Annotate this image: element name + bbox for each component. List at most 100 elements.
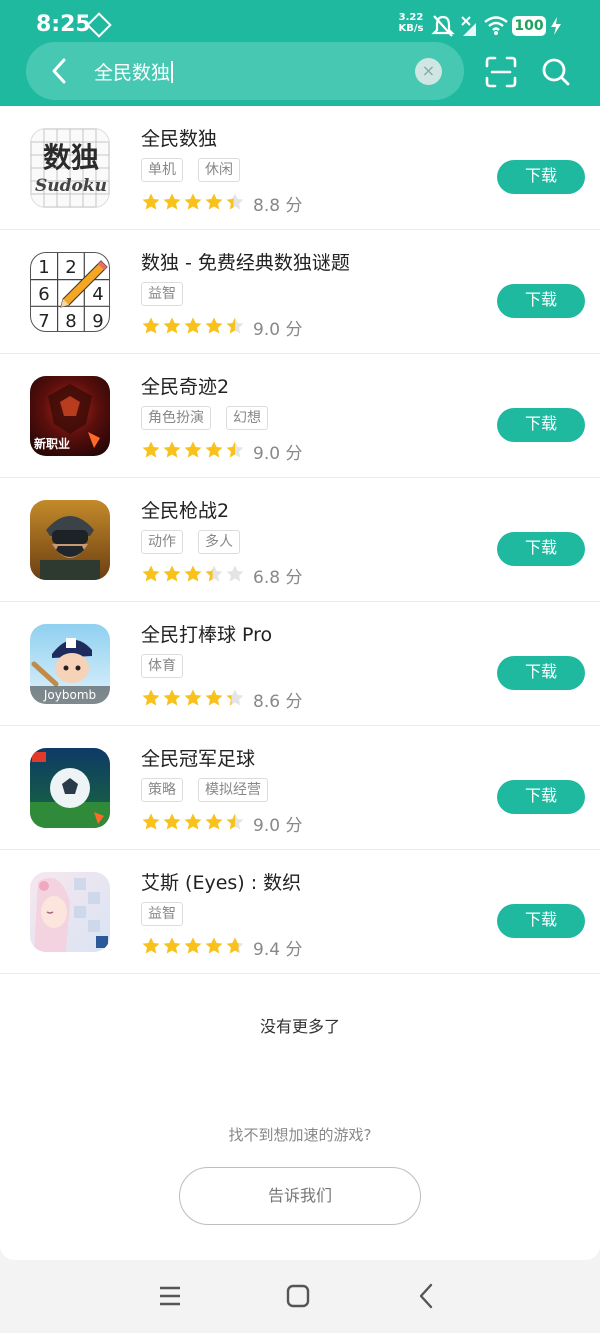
star-icon <box>163 813 181 830</box>
download-button[interactable]: 下载 <box>497 284 585 318</box>
tag: 休闲 <box>198 158 240 182</box>
svg-text:9: 9 <box>92 311 103 332</box>
star-icon <box>184 689 202 706</box>
search-bar[interactable]: 全民数独 × <box>26 42 464 100</box>
star-icon <box>226 689 244 706</box>
status-time: 8:25 <box>36 12 91 37</box>
tag: 角色扮演 <box>141 406 211 430</box>
download-button[interactable]: 下载 <box>497 656 585 690</box>
download-button[interactable]: 下载 <box>497 408 585 442</box>
app-name[interactable]: 全民枪战2 <box>141 496 229 523</box>
tag: 益智 <box>141 902 183 926</box>
app-name[interactable]: 全民打棒球 Pro <box>141 620 272 647</box>
star-rating <box>141 936 246 956</box>
scan-icon[interactable] <box>484 55 518 89</box>
end-of-list-label: 没有更多了 <box>259 1017 340 1036</box>
star-rating <box>141 440 246 460</box>
search-input[interactable]: 全民数独 <box>94 58 174 85</box>
tag: 策略 <box>141 778 183 802</box>
result-row-4[interactable]: Joybomb 全民打棒球 Pro 体育 8.6 分 下载 <box>0 602 600 726</box>
app-name[interactable]: 全民冠军足球 <box>141 744 255 771</box>
tag-list: 单机 休闲 <box>141 158 255 182</box>
star-rating <box>141 192 246 212</box>
star-icon <box>163 317 181 334</box>
menu-icon[interactable] <box>158 1283 182 1309</box>
armored-warrior-icon[interactable]: 新职业 <box>30 376 110 456</box>
star-icon <box>226 317 244 334</box>
download-button[interactable]: 下载 <box>497 780 585 814</box>
star-icon <box>163 565 181 582</box>
download-button[interactable]: 下载 <box>497 904 585 938</box>
back-icon[interactable] <box>414 1283 438 1309</box>
charging-bolt-icon <box>551 17 561 35</box>
star-rating <box>141 564 246 584</box>
star-icon <box>205 441 223 458</box>
svg-text:6: 6 <box>38 284 49 305</box>
tag-list: 策略 模拟经营 <box>141 778 283 802</box>
star-icon <box>205 813 223 830</box>
download-button[interactable]: 下载 <box>497 532 585 566</box>
header: 8:25 3.22 KB/s 100 全民数独 × <box>0 0 600 106</box>
tag: 幻想 <box>226 406 268 430</box>
tag-list: 动作 多人 <box>141 530 255 554</box>
star-icon <box>142 937 160 954</box>
svg-text:Joybomb: Joybomb <box>43 688 96 702</box>
home-icon[interactable] <box>285 1283 311 1309</box>
wifi-icon <box>484 16 508 35</box>
sudoku-grid-pencil-icon[interactable]: 1 2 6 4 7 8 9 <box>30 252 110 332</box>
svg-text:1: 1 <box>38 257 49 278</box>
tag: 体育 <box>141 654 183 678</box>
score: 8.6 分 <box>253 692 303 712</box>
masked-soldier-icon[interactable] <box>30 500 110 580</box>
result-row-6[interactable]: 艾斯 (Eyes) : 数织 益智 9.4 分 下载 <box>0 850 600 974</box>
score: 9.4 分 <box>253 940 303 960</box>
star-icon <box>226 565 244 582</box>
result-row-0[interactable]: 数独 Sudoku 全民数独 单机 休闲 8.8 分 下载 <box>0 106 600 230</box>
tag: 多人 <box>198 530 240 554</box>
tag-list: 益智 <box>141 902 198 926</box>
tag-list: 益智 <box>141 282 198 306</box>
baseball-player-icon[interactable]: Joybomb <box>30 624 110 704</box>
star-icon <box>163 937 181 954</box>
result-row-1[interactable]: 1 2 6 4 7 8 9 数独 - 免费经典数独谜题 益智 9.0 分 下载 <box>0 230 600 354</box>
star-icon <box>142 689 160 706</box>
download-button[interactable]: 下载 <box>497 160 585 194</box>
result-row-2[interactable]: 新职业 全民奇迹2 角色扮演 幻想 9.0 分 下载 <box>0 354 600 478</box>
soccer-ball-icon[interactable] <box>30 748 110 828</box>
svg-text:4: 4 <box>92 284 103 305</box>
app-name[interactable]: 全民数独 <box>141 124 217 151</box>
score: 8.8 分 <box>253 196 303 216</box>
star-icon <box>205 565 223 582</box>
clear-search-button[interactable]: × <box>415 58 442 85</box>
svg-text:数独: 数独 <box>43 141 99 174</box>
tag-list: 角色扮演 幻想 <box>141 406 283 430</box>
search-results: 数独 Sudoku 全民数独 单机 休闲 8.8 分 下载 1 2 6 4 7 … <box>0 106 600 1260</box>
star-icon <box>142 193 160 210</box>
signal-off-icon <box>461 16 476 36</box>
back-arrow-icon[interactable] <box>40 52 78 90</box>
tag: 动作 <box>141 530 183 554</box>
result-row-3[interactable]: 全民枪战2 动作 多人 6.8 分 下载 <box>0 478 600 602</box>
star-icon <box>184 565 202 582</box>
tag-list: 体育 <box>141 654 198 678</box>
app-name[interactable]: 数独 - 免费经典数独谜题 <box>141 248 350 275</box>
result-row-5[interactable]: 全民冠军足球 策略 模拟经营 9.0 分 下载 <box>0 726 600 850</box>
app-name[interactable]: 全民奇迹2 <box>141 372 229 399</box>
star-icon <box>184 937 202 954</box>
score: 9.0 分 <box>253 320 303 340</box>
svg-text:Sudoku: Sudoku <box>35 176 107 196</box>
status-bar: 8:25 3.22 KB/s 100 <box>0 0 600 44</box>
star-icon <box>142 441 160 458</box>
star-icon <box>205 193 223 210</box>
star-icon <box>205 937 223 954</box>
star-icon <box>163 193 181 210</box>
star-icon <box>184 193 202 210</box>
search-icon[interactable] <box>540 56 572 88</box>
star-icon <box>163 689 181 706</box>
star-icon <box>205 317 223 334</box>
tell-us-button[interactable]: 告诉我们 <box>179 1167 421 1225</box>
anime-girl-icon[interactable] <box>30 872 110 952</box>
app-name[interactable]: 艾斯 (Eyes) : 数织 <box>141 868 301 895</box>
star-icon <box>226 441 244 458</box>
sudoku-photo-icon[interactable]: 数独 Sudoku <box>30 128 110 208</box>
